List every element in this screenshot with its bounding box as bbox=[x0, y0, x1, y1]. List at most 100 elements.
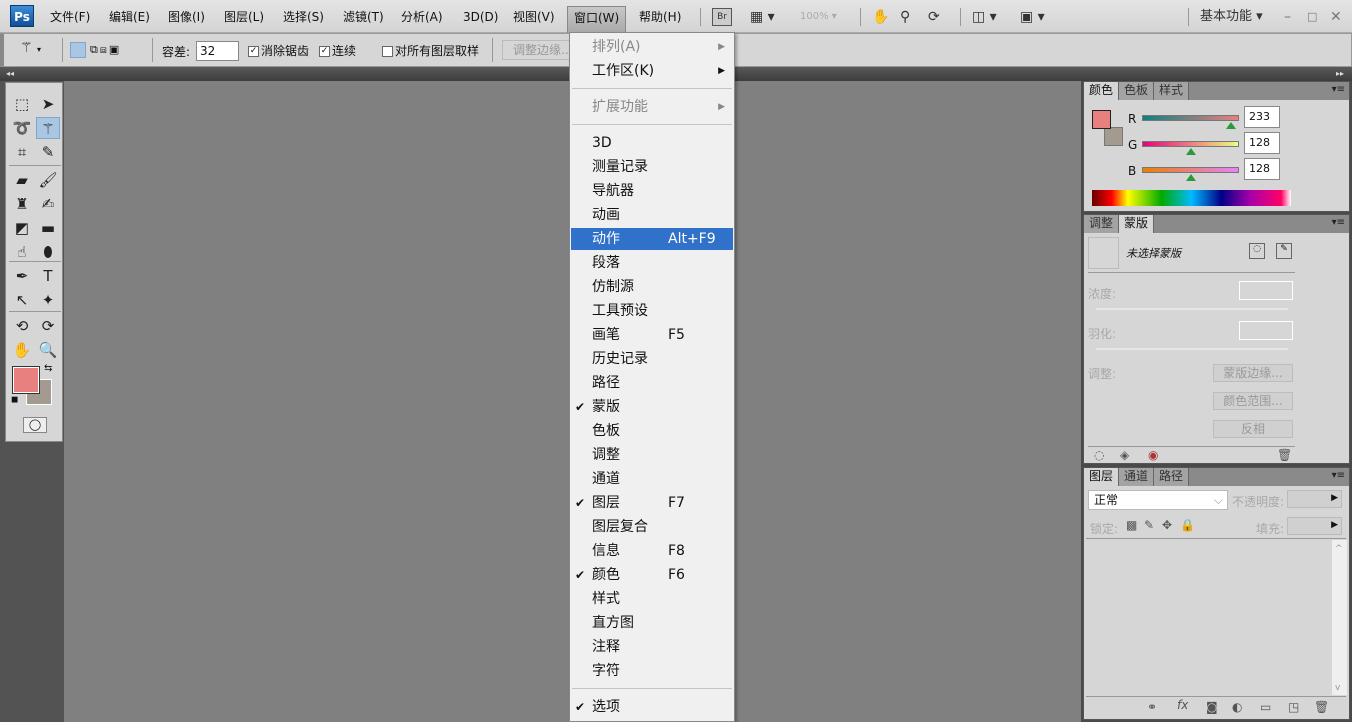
shape-tool[interactable]: ✦ bbox=[36, 289, 60, 311]
feather-input[interactable] bbox=[1239, 321, 1293, 340]
background-color-swatch[interactable] bbox=[1104, 127, 1123, 146]
path-select-tool[interactable]: ↖ bbox=[10, 289, 34, 311]
menu-3[interactable]: 图层(L) bbox=[218, 6, 270, 28]
color-spectrum-bar[interactable] bbox=[1092, 190, 1291, 206]
3d-rotate-tool[interactable]: ⟲ bbox=[10, 315, 34, 337]
hand-tool[interactable]: ✋ bbox=[10, 339, 34, 361]
lock-transparency-icon[interactable]: ▩ bbox=[1126, 518, 1137, 532]
adjustment-layer-icon[interactable]: ◐ bbox=[1232, 700, 1242, 714]
tab-layers[interactable]: 图层 bbox=[1084, 468, 1120, 486]
collapse-toolbar-icon[interactable]: ◂◂ bbox=[6, 69, 14, 78]
channel-B-slider-thumb[interactable] bbox=[1185, 174, 1196, 181]
eyedropper-tool[interactable]: ✎ bbox=[36, 141, 60, 163]
menu-item[interactable]: 测量记录 bbox=[571, 156, 733, 178]
move-tool[interactable]: ➤ bbox=[36, 93, 60, 115]
panel-menu-icon[interactable]: ▾≡ bbox=[1332, 217, 1345, 228]
menu-item[interactable]: 调整 bbox=[571, 444, 733, 466]
layer-style-icon[interactable]: fx bbox=[1177, 698, 1188, 712]
dodge-tool[interactable]: ⬮ bbox=[36, 241, 60, 263]
menu-10[interactable]: 帮助(H) bbox=[633, 6, 687, 28]
menu-4[interactable]: 选择(S) bbox=[277, 6, 330, 28]
menu-item[interactable]: 画笔 F5 bbox=[571, 324, 733, 346]
menu-item[interactable]: 动作 Alt+F9 bbox=[571, 228, 733, 250]
blend-mode-select[interactable]: 正常 ⌵ bbox=[1088, 490, 1228, 510]
load-selection-icon[interactable]: ◌ bbox=[1094, 448, 1104, 462]
channel-G-input[interactable]: 128 bbox=[1244, 132, 1280, 154]
arrange-documents-button[interactable]: ◫ ▾ bbox=[972, 8, 997, 26]
new-group-icon[interactable]: ▭ bbox=[1260, 700, 1271, 714]
maximize-button[interactable]: □ bbox=[1307, 8, 1317, 26]
quick-mask-button[interactable]: ◯ bbox=[23, 417, 47, 433]
menu-2[interactable]: 图像(I) bbox=[162, 6, 211, 28]
tab-styles[interactable]: 样式 bbox=[1154, 82, 1190, 100]
menu-item[interactable]: 历史记录 bbox=[571, 348, 733, 370]
menu-item[interactable]: 排列(A) ▶ bbox=[571, 36, 733, 58]
collapse-panels-icon[interactable]: ▸▸ bbox=[1336, 69, 1344, 78]
zoom-tool-icon[interactable]: ⚲ bbox=[900, 8, 910, 26]
menu-item[interactable]: 样式 bbox=[571, 588, 733, 610]
menu-item[interactable]: 工作区(K) ▶ bbox=[571, 60, 733, 82]
delete-mask-icon[interactable]: 🗑 bbox=[1277, 448, 1292, 462]
swap-colors-icon[interactable]: ⇆ bbox=[44, 363, 52, 374]
tab-channels[interactable]: 通道 bbox=[1119, 468, 1155, 486]
lock-position-icon[interactable]: ✥ bbox=[1162, 518, 1172, 532]
menu-item[interactable]: 直方图 bbox=[571, 612, 733, 634]
lasso-tool[interactable]: ➰ bbox=[10, 117, 34, 139]
menu-item[interactable]: ✔ 图层 F7 bbox=[571, 492, 733, 514]
3d-orbit-tool[interactable]: ⟳ bbox=[36, 315, 60, 337]
pen-tool[interactable]: ✒ bbox=[10, 265, 34, 287]
disable-mask-icon[interactable]: ◉ bbox=[1148, 448, 1158, 462]
selection-mode-buttons[interactable]: ⧉⧈▣ bbox=[90, 43, 121, 57]
tab-paths[interactable]: 路径 bbox=[1154, 468, 1190, 486]
menu-8[interactable]: 视图(V) bbox=[507, 6, 561, 28]
add-mask-icon[interactable]: ◙ bbox=[1206, 700, 1218, 714]
menu-item[interactable]: 图层复合 bbox=[571, 516, 733, 538]
menu-item[interactable]: ✔ 颜色 F6 bbox=[571, 564, 733, 586]
tab-color[interactable]: 颜色 bbox=[1084, 82, 1120, 100]
opacity-input[interactable]: ▶ bbox=[1287, 490, 1342, 508]
zoom-level-select[interactable]: 100% ▾ bbox=[800, 8, 837, 26]
menu-item[interactable]: 字符 bbox=[571, 660, 733, 682]
tolerance-input[interactable]: 32 bbox=[196, 41, 239, 61]
menu-item[interactable]: 段落 bbox=[571, 252, 733, 274]
menu-item[interactable]: 注释 bbox=[571, 636, 733, 658]
menu-0[interactable]: 文件(F) bbox=[44, 6, 96, 28]
new-layer-icon[interactable]: ◳ bbox=[1288, 700, 1299, 714]
new-selection-button[interactable] bbox=[70, 42, 86, 58]
magic-wand-tool[interactable]: ⚚ bbox=[36, 117, 60, 139]
menu-5[interactable]: 滤镜(T) bbox=[337, 6, 390, 28]
tool-preset-picker[interactable]: ⚚ ▾ bbox=[20, 40, 41, 56]
refine-edge-button[interactable]: 调整边缘... bbox=[502, 40, 576, 60]
delete-layer-icon[interactable]: 🗑 bbox=[1314, 700, 1329, 714]
menu-item[interactable]: 扩展功能 ▶ bbox=[571, 96, 733, 118]
density-slider[interactable] bbox=[1096, 308, 1288, 310]
foreground-color-swatch[interactable] bbox=[12, 366, 40, 394]
marquee-tool[interactable]: ⬚ bbox=[10, 93, 34, 115]
bridge-button[interactable]: Br bbox=[712, 8, 732, 26]
menu-item[interactable]: ✔ 蒙版 bbox=[571, 396, 733, 418]
apply-mask-icon[interactable]: ◈ bbox=[1120, 448, 1129, 462]
panel-menu-icon[interactable]: ▾≡ bbox=[1332, 84, 1345, 95]
view-extras-button[interactable]: ▦ ▾ bbox=[750, 8, 775, 26]
add-pixel-mask-icon[interactable]: ◌ bbox=[1249, 243, 1265, 259]
menu-9[interactable]: 窗口(W) bbox=[567, 6, 627, 33]
tab-swatches[interactable]: 色板 bbox=[1119, 82, 1155, 100]
layers-scrollbar[interactable]: ^ v bbox=[1332, 540, 1347, 695]
workspace-switcher[interactable]: 基本功能 ▾ bbox=[1200, 8, 1263, 26]
zoom-tool[interactable]: 🔍 bbox=[36, 339, 60, 361]
menu-item[interactable]: 通道 bbox=[571, 468, 733, 490]
lock-all-icon[interactable]: 🔒 bbox=[1180, 518, 1195, 532]
tab-adjustments[interactable]: 调整 bbox=[1084, 215, 1120, 233]
invert-button[interactable]: 反相 bbox=[1213, 420, 1293, 438]
feather-slider[interactable] bbox=[1096, 348, 1288, 350]
brush-tool[interactable]: 🖌 bbox=[36, 169, 60, 191]
type-tool[interactable]: T bbox=[36, 265, 60, 287]
panel-menu-icon[interactable]: ▾≡ bbox=[1332, 470, 1345, 481]
minimize-button[interactable]: – bbox=[1284, 8, 1291, 26]
foreground-color-swatch[interactable] bbox=[1092, 110, 1111, 129]
channel-G-slider-thumb[interactable] bbox=[1185, 148, 1196, 155]
add-vector-mask-icon[interactable]: ✎ bbox=[1276, 243, 1292, 259]
link-layers-icon[interactable]: ⚭ bbox=[1147, 700, 1157, 714]
menu-item[interactable]: 3D bbox=[571, 132, 733, 154]
sample-all-layers-checkbox[interactable]: 对所有图层取样 bbox=[382, 42, 479, 59]
